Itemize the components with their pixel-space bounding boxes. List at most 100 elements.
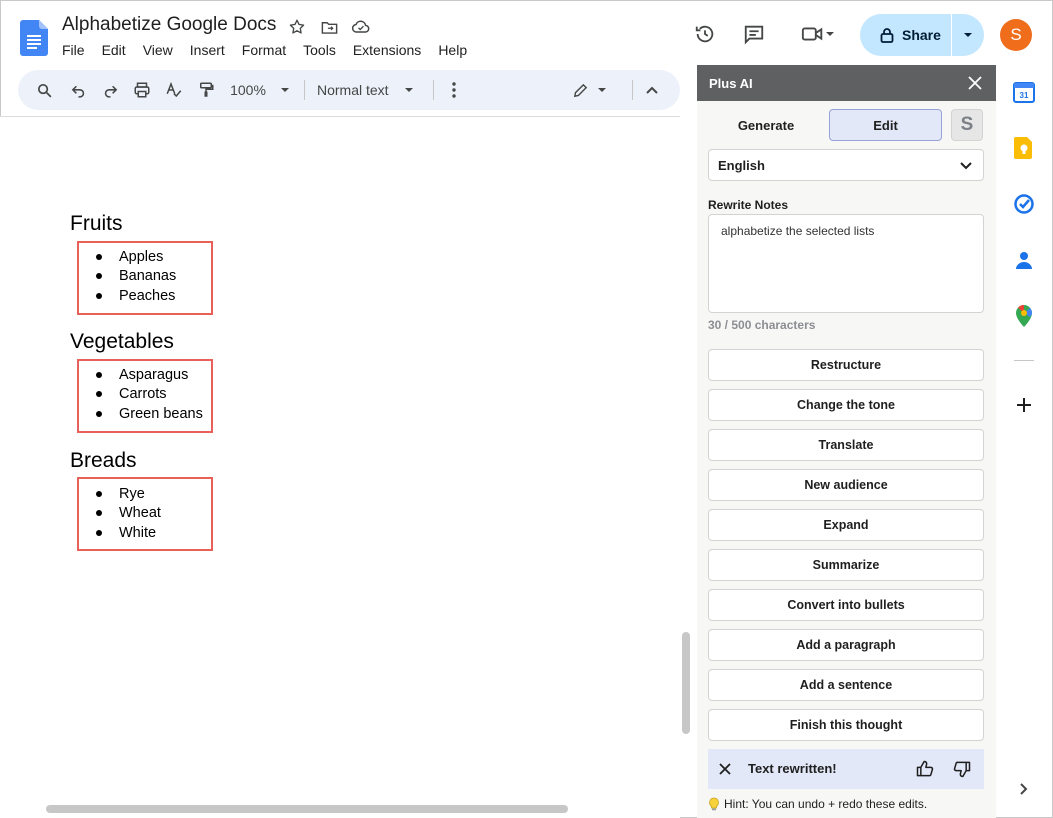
heading-vegetables[interactable]: Vegetables	[70, 330, 174, 354]
document-title[interactable]: Alphabetize Google Docs	[62, 14, 276, 36]
status-toast: Text rewritten!	[708, 749, 984, 789]
close-icon[interactable]	[966, 74, 984, 92]
menu-file[interactable]: File	[62, 42, 93, 58]
paint-format-icon[interactable]	[194, 78, 218, 102]
chevron-down-icon	[960, 162, 972, 170]
toolbar-divider	[632, 80, 633, 100]
panel-header: Plus AI	[697, 65, 996, 101]
list-item[interactable]: Apples	[96, 249, 163, 265]
comments-icon[interactable]	[742, 22, 766, 46]
move-folder-icon[interactable]	[318, 16, 340, 38]
add-addon-icon[interactable]	[1012, 393, 1036, 417]
share-button-group: Share	[860, 14, 984, 56]
google-docs-logo-icon[interactable]	[20, 20, 48, 56]
thumbs-up-icon[interactable]	[915, 759, 935, 779]
heading-breads[interactable]: Breads	[70, 449, 137, 473]
list-item[interactable]: Green beans	[96, 406, 203, 422]
share-options-button[interactable]	[952, 14, 984, 56]
list-item[interactable]: Wheat	[96, 505, 161, 521]
paragraph-style-value: Normal text	[317, 82, 389, 98]
add-paragraph-button[interactable]: Add a paragraph	[708, 629, 984, 661]
zoom-value: 100%	[230, 82, 266, 98]
menu-format[interactable]: Format	[242, 42, 294, 58]
star-icon[interactable]	[286, 16, 308, 38]
lock-icon	[880, 28, 894, 43]
svg-text:31: 31	[1020, 91, 1029, 100]
language-select[interactable]: English	[708, 149, 984, 181]
toolbar-divider	[433, 80, 434, 100]
language-value: English	[718, 157, 765, 173]
version-history-icon[interactable]	[693, 22, 717, 46]
plus-ai-panel: Plus AI Generate Edit S English Rewrite …	[697, 65, 996, 818]
panel-title: Plus AI	[709, 75, 753, 91]
contacts-icon[interactable]	[1012, 248, 1036, 272]
thumbs-down-icon[interactable]	[952, 759, 972, 779]
expand-button[interactable]: Expand	[708, 509, 984, 541]
caret-down-icon	[826, 32, 834, 36]
list-vegetables[interactable]: Asparagus Carrots Green beans	[77, 359, 213, 433]
rewrite-notes-input[interactable]: alphabetize the selected lists	[708, 214, 984, 313]
toast-message: Text rewritten!	[748, 761, 837, 776]
editing-toolbar: 100% Normal text	[18, 70, 680, 110]
calendar-icon[interactable]: 31	[1012, 80, 1036, 104]
list-item[interactable]: Peaches	[96, 288, 175, 304]
menu-help[interactable]: Help	[438, 42, 475, 58]
menu-tools[interactable]: Tools	[303, 42, 344, 58]
redo-icon[interactable]	[98, 78, 122, 102]
new-audience-button[interactable]: New audience	[708, 469, 984, 501]
print-icon[interactable]	[130, 78, 154, 102]
chevron-right-icon[interactable]	[1012, 777, 1036, 801]
share-button[interactable]: Share	[860, 14, 951, 56]
paragraph-style-select[interactable]: Normal text	[317, 78, 421, 102]
convert-bullets-button[interactable]: Convert into bullets	[708, 589, 984, 621]
caret-down-icon	[280, 88, 289, 92]
keep-icon[interactable]	[1012, 136, 1036, 160]
toolbar-divider	[304, 80, 305, 100]
lightbulb-icon	[709, 797, 719, 811]
summarize-button[interactable]: Summarize	[708, 549, 984, 581]
caret-down-icon	[964, 33, 972, 37]
search-menus-icon[interactable]	[32, 78, 56, 102]
meet-button[interactable]	[797, 22, 839, 46]
zoom-select[interactable]: 100%	[228, 78, 292, 102]
list-breads[interactable]: Rye Wheat White	[77, 477, 213, 551]
list-fruits[interactable]: Apples Bananas Peaches	[77, 241, 213, 315]
tab-generate[interactable]: Generate	[709, 109, 823, 141]
translate-button[interactable]: Translate	[708, 429, 984, 461]
add-sentence-button[interactable]: Add a sentence	[708, 669, 984, 701]
pencil-icon	[573, 83, 587, 97]
list-item[interactable]: Asparagus	[96, 367, 188, 383]
video-camera-icon	[801, 27, 823, 41]
vertical-scrollbar[interactable]	[682, 632, 690, 734]
list-item[interactable]: Bananas	[96, 268, 176, 284]
editing-mode-select[interactable]	[568, 78, 610, 102]
undo-icon[interactable]	[66, 78, 90, 102]
menu-extensions[interactable]: Extensions	[353, 42, 429, 58]
maps-icon[interactable]	[1012, 304, 1036, 328]
change-tone-button[interactable]: Change the tone	[708, 389, 984, 421]
cloud-saved-icon[interactable]	[350, 16, 372, 38]
avatar[interactable]: S	[1000, 19, 1032, 51]
spelling-grammar-icon[interactable]	[162, 78, 186, 102]
horizontal-scrollbar[interactable]	[46, 805, 568, 813]
hint-message: Hint: You can undo + redo these edits.	[724, 797, 928, 811]
list-item[interactable]: White	[96, 525, 156, 541]
tasks-icon[interactable]	[1012, 192, 1036, 216]
restructure-button[interactable]: Restructure	[708, 349, 984, 381]
close-icon[interactable]	[718, 762, 732, 776]
list-item[interactable]: Carrots	[96, 386, 167, 402]
hide-menus-icon[interactable]	[640, 78, 664, 102]
panel-tabs: Generate Edit S	[709, 109, 984, 141]
caret-down-icon	[404, 88, 413, 92]
tab-s[interactable]: S	[951, 109, 983, 141]
menu-edit[interactable]: Edit	[102, 42, 134, 58]
more-options-icon[interactable]	[442, 78, 466, 102]
heading-fruits[interactable]: Fruits	[70, 212, 123, 236]
menu-bar: File Edit View Insert Format Tools Exten…	[62, 42, 484, 58]
tab-edit[interactable]: Edit	[829, 109, 942, 141]
finish-thought-button[interactable]: Finish this thought	[708, 709, 984, 741]
list-item[interactable]: Rye	[96, 486, 145, 502]
menu-insert[interactable]: Insert	[190, 42, 233, 58]
title-icons	[286, 16, 372, 38]
menu-view[interactable]: View	[143, 42, 181, 58]
